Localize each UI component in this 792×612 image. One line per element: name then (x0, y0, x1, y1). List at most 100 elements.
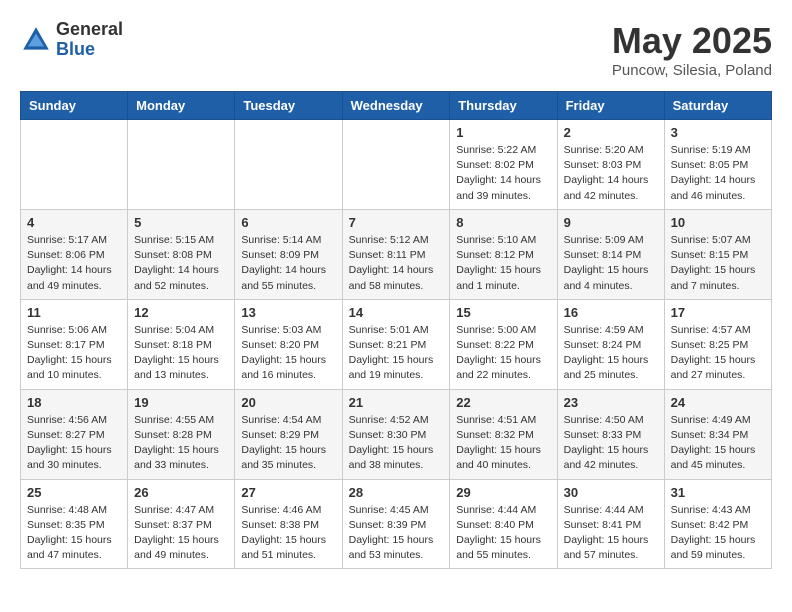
day-number: 11 (27, 305, 121, 320)
day-info: Sunrise: 5:06 AMSunset: 8:17 PMDaylight:… (27, 323, 121, 384)
calendar-cell: 21Sunrise: 4:52 AMSunset: 8:30 PMDayligh… (342, 389, 450, 479)
day-info: Sunrise: 5:19 AMSunset: 8:05 PMDaylight:… (671, 143, 765, 204)
day-number: 4 (27, 215, 121, 230)
calendar-cell: 12Sunrise: 5:04 AMSunset: 8:18 PMDayligh… (128, 299, 235, 389)
calendar-cell: 4Sunrise: 5:17 AMSunset: 8:06 PMDaylight… (21, 209, 128, 299)
day-info: Sunrise: 5:15 AMSunset: 8:08 PMDaylight:… (134, 233, 228, 294)
header: General Blue May 2025 Puncow, Silesia, P… (20, 20, 772, 79)
day-number: 13 (241, 305, 335, 320)
calendar-cell: 8 Sunrise: 5:10 AMSunset: 8:12 PMDaylight… (450, 209, 557, 299)
day-info: Sunrise: 5:01 AMSunset: 8:21 PMDaylight:… (349, 323, 444, 384)
calendar-cell: 29Sunrise: 4:44 AMSunset: 8:40 PMDayligh… (450, 479, 557, 569)
calendar-cell (21, 120, 128, 210)
day-info: Sunrise: 5:03 AMSunset: 8:20 PMDaylight:… (241, 323, 335, 384)
day-number: 1 (456, 125, 550, 140)
header-monday: Monday (128, 92, 235, 120)
day-info: Sunrise: 4:54 AMSunset: 8:29 PMDaylight:… (241, 413, 335, 474)
logo-blue-text: Blue (56, 40, 123, 60)
day-info: Sunrise: 4:47 AMSunset: 8:37 PMDaylight:… (134, 503, 228, 564)
calendar-cell: 10 Sunrise: 5:07 AMSunset: 8:15 PMDayligh… (664, 209, 771, 299)
day-number: 18 (27, 395, 121, 410)
day-number: 23 (564, 395, 658, 410)
day-number: 17 (671, 305, 765, 320)
day-info: Sunrise: 4:55 AMSunset: 8:28 PMDaylight:… (134, 413, 228, 474)
calendar-cell: 3 Sunrise: 5:19 AMSunset: 8:05 PMDaylight… (664, 120, 771, 210)
calendar-cell: 28 Sunrise: 4:45 AMSunset: 8:39 PMDayligh… (342, 479, 450, 569)
calendar-header: Sunday Monday Tuesday Wednesday Thursday… (21, 92, 772, 120)
day-info: Sunrise: 4:43 AMSunset: 8:42 PMDaylight:… (671, 503, 765, 564)
day-number: 22 (456, 395, 550, 410)
calendar-cell (128, 120, 235, 210)
logo-icon (20, 24, 52, 56)
calendar-week-5: 25Sunrise: 4:48 AMSunset: 8:35 PMDayligh… (21, 479, 772, 569)
day-number: 12 (134, 305, 228, 320)
day-number: 15 (456, 305, 550, 320)
header-tuesday: Tuesday (235, 92, 342, 120)
day-number: 31 (671, 485, 765, 500)
day-number: 7 (349, 215, 444, 230)
header-friday: Friday (557, 92, 664, 120)
calendar-cell: 22 Sunrise: 4:51 AMSunset: 8:32 PMDayligh… (450, 389, 557, 479)
day-info: Sunrise: 5:10 AMSunset: 8:12 PMDaylight:… (456, 233, 550, 294)
header-row: Sunday Monday Tuesday Wednesday Thursday… (21, 92, 772, 120)
day-info: Sunrise: 5:12 AMSunset: 8:11 PMDaylight:… (349, 233, 444, 294)
day-number: 19 (134, 395, 228, 410)
calendar-cell: 23Sunrise: 4:50 AMSunset: 8:33 PMDayligh… (557, 389, 664, 479)
day-number: 8 (456, 215, 550, 230)
calendar-cell: 26 Sunrise: 4:47 AMSunset: 8:37 PMDayligh… (128, 479, 235, 569)
day-info: Sunrise: 5:07 AMSunset: 8:15 PMDaylight:… (671, 233, 765, 294)
calendar-week-1: 1 Sunrise: 5:22 AMSunset: 8:02 PMDaylight… (21, 120, 772, 210)
day-info: Sunrise: 5:14 AMSunset: 8:09 PMDaylight:… (241, 233, 335, 294)
calendar-cell: 25Sunrise: 4:48 AMSunset: 8:35 PMDayligh… (21, 479, 128, 569)
day-number: 24 (671, 395, 765, 410)
day-number: 3 (671, 125, 765, 140)
calendar-table: Sunday Monday Tuesday Wednesday Thursday… (20, 91, 772, 569)
calendar-week-2: 4Sunrise: 5:17 AMSunset: 8:06 PMDaylight… (21, 209, 772, 299)
header-thursday: Thursday (450, 92, 557, 120)
day-info: Sunrise: 4:49 AMSunset: 8:34 PMDaylight:… (671, 413, 765, 474)
calendar-cell: 7 Sunrise: 5:12 AMSunset: 8:11 PMDaylight… (342, 209, 450, 299)
day-info: Sunrise: 4:56 AMSunset: 8:27 PMDaylight:… (27, 413, 121, 474)
calendar-week-3: 11 Sunrise: 5:06 AMSunset: 8:17 PMDayligh… (21, 299, 772, 389)
title-section: May 2025 Puncow, Silesia, Poland (612, 20, 772, 79)
month-title: May 2025 (612, 20, 772, 62)
day-info: Sunrise: 4:57 AMSunset: 8:25 PMDaylight:… (671, 323, 765, 384)
calendar-cell: 9 Sunrise: 5:09 AMSunset: 8:14 PMDaylight… (557, 209, 664, 299)
calendar-cell: 2Sunrise: 5:20 AMSunset: 8:03 PMDaylight… (557, 120, 664, 210)
day-info: Sunrise: 4:45 AMSunset: 8:39 PMDaylight:… (349, 503, 444, 564)
calendar-cell: 27Sunrise: 4:46 AMSunset: 8:38 PMDayligh… (235, 479, 342, 569)
day-info: Sunrise: 5:09 AMSunset: 8:14 PMDaylight:… (564, 233, 658, 294)
day-number: 28 (349, 485, 444, 500)
day-info: Sunrise: 5:20 AMSunset: 8:03 PMDaylight:… (564, 143, 658, 204)
day-info: Sunrise: 4:59 AMSunset: 8:24 PMDaylight:… (564, 323, 658, 384)
day-info: Sunrise: 5:22 AMSunset: 8:02 PMDaylight:… (456, 143, 550, 204)
day-number: 26 (134, 485, 228, 500)
calendar-cell (342, 120, 450, 210)
calendar-cell: 14Sunrise: 5:01 AMSunset: 8:21 PMDayligh… (342, 299, 450, 389)
day-number: 27 (241, 485, 335, 500)
calendar-cell: 5 Sunrise: 5:15 AMSunset: 8:08 PMDaylight… (128, 209, 235, 299)
calendar-cell: 30 Sunrise: 4:44 AMSunset: 8:41 PMDayligh… (557, 479, 664, 569)
calendar-cell: 13 Sunrise: 5:03 AMSunset: 8:20 PMDayligh… (235, 299, 342, 389)
calendar-cell: 6Sunrise: 5:14 AMSunset: 8:09 PMDaylight… (235, 209, 342, 299)
calendar-week-4: 18 Sunrise: 4:56 AMSunset: 8:27 PMDayligh… (21, 389, 772, 479)
logo-general-text: General (56, 20, 123, 40)
day-number: 5 (134, 215, 228, 230)
day-info: Sunrise: 4:44 AMSunset: 8:41 PMDaylight:… (564, 503, 658, 564)
day-number: 30 (564, 485, 658, 500)
day-number: 25 (27, 485, 121, 500)
calendar-cell: 24 Sunrise: 4:49 AMSunset: 8:34 PMDayligh… (664, 389, 771, 479)
day-info: Sunrise: 4:51 AMSunset: 8:32 PMDaylight:… (456, 413, 550, 474)
logo: General Blue (20, 20, 123, 60)
day-number: 29 (456, 485, 550, 500)
day-number: 20 (241, 395, 335, 410)
day-number: 10 (671, 215, 765, 230)
calendar-cell: 11 Sunrise: 5:06 AMSunset: 8:17 PMDayligh… (21, 299, 128, 389)
calendar-cell: 20 Sunrise: 4:54 AMSunset: 8:29 PMDayligh… (235, 389, 342, 479)
day-number: 9 (564, 215, 658, 230)
calendar-cell: 16 Sunrise: 4:59 AMSunset: 8:24 PMDayligh… (557, 299, 664, 389)
location: Puncow, Silesia, Poland (612, 62, 772, 79)
calendar-cell: 18 Sunrise: 4:56 AMSunset: 8:27 PMDayligh… (21, 389, 128, 479)
day-number: 16 (564, 305, 658, 320)
header-saturday: Saturday (664, 92, 771, 120)
